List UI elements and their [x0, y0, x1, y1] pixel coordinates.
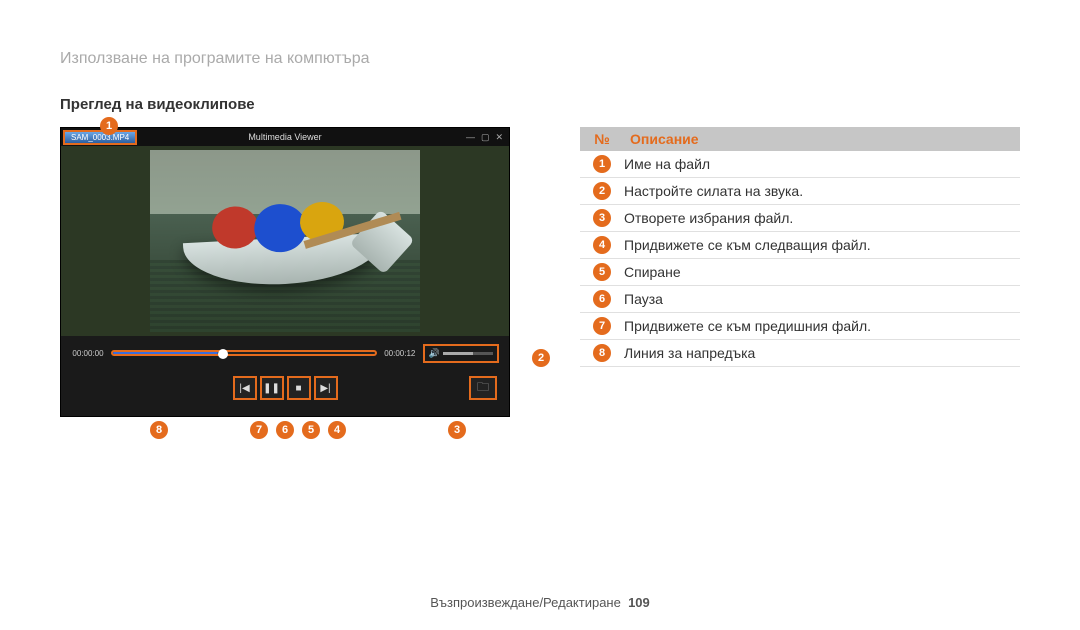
video-player-figure: 1 2 3 4 5 6 7 8 SAM_0003.MP4 Multimedia …: [60, 127, 510, 417]
table-header-row: № Описание: [580, 127, 1020, 151]
table-row: 5 Спиране: [580, 259, 1020, 286]
description-table: № Описание 1 Име на файл 2 Настройте сил…: [580, 127, 1020, 367]
callout-4: 4: [328, 421, 346, 439]
pause-button[interactable]: ❚❚: [260, 376, 284, 400]
callout-1: 1: [100, 117, 118, 135]
row-number-badge: 2: [593, 182, 611, 200]
open-file-button[interactable]: 🗀: [469, 376, 497, 400]
callout-3: 3: [448, 421, 466, 439]
page-footer: Възпроизвеждане/Редактиране 109: [0, 595, 1080, 610]
row-description: Линия за напредъка: [624, 345, 1020, 361]
row-number-badge: 8: [593, 344, 611, 362]
progress-bar[interactable]: [111, 350, 377, 356]
breadcrumb: Използване на програмите на компютъра: [60, 50, 1020, 68]
callout-8: 8: [150, 421, 168, 439]
table-row: 4 Придвижете се към следващия файл.: [580, 232, 1020, 259]
video-frame-illustration: [150, 150, 420, 332]
skip-prev-icon: |◀: [239, 383, 249, 394]
table-row: 8 Линия за напредъка: [580, 340, 1020, 367]
volume-slider[interactable]: 🔊: [423, 344, 499, 363]
video-viewport: [61, 146, 509, 336]
folder-icon: 🗀: [477, 378, 489, 399]
row-number-badge: 5: [593, 263, 611, 281]
row-number-badge: 1: [593, 155, 611, 173]
stop-icon: ■: [295, 383, 301, 394]
row-description: Отворете избрания файл.: [624, 210, 1020, 226]
row-description: Придвижете се към следващия файл.: [624, 237, 1020, 253]
volume-icon: 🔊: [429, 348, 440, 359]
callout-5: 5: [302, 421, 320, 439]
player-titlebar: SAM_0003.MP4 Multimedia Viewer — ▢ ✕: [61, 128, 509, 146]
close-icon[interactable]: ✕: [495, 132, 503, 143]
table-row: 6 Пауза: [580, 286, 1020, 313]
table-row: 7 Придвижете се към предишния файл.: [580, 313, 1020, 340]
row-number-badge: 4: [593, 236, 611, 254]
video-player-window: SAM_0003.MP4 Multimedia Viewer — ▢ ✕: [60, 127, 510, 417]
row-number-badge: 7: [593, 317, 611, 335]
table-header-number: №: [580, 127, 624, 151]
time-total: 00:00:12: [383, 349, 417, 358]
file-name-tab[interactable]: SAM_0003.MP4: [63, 130, 137, 145]
next-button[interactable]: ▶|: [314, 376, 338, 400]
row-description: Име на файл: [624, 156, 1020, 172]
row-description: Пауза: [624, 291, 1020, 307]
callout-7: 7: [250, 421, 268, 439]
row-number-badge: 3: [593, 209, 611, 227]
table-header-description: Описание: [624, 127, 1020, 151]
time-elapsed: 00:00:00: [71, 349, 105, 358]
row-description: Настройте силата на звука.: [624, 183, 1020, 199]
callout-6: 6: [276, 421, 294, 439]
table-row: 2 Настройте силата на звука.: [580, 178, 1020, 205]
player-window-title: Multimedia Viewer: [248, 132, 321, 142]
player-controls: |◀ ❚❚ ■ ▶|: [61, 376, 509, 400]
skip-next-icon: ▶|: [320, 383, 330, 394]
prev-button[interactable]: |◀: [233, 376, 257, 400]
table-row: 3 Отворете избрания файл.: [580, 205, 1020, 232]
row-description: Придвижете се към предишния файл.: [624, 318, 1020, 334]
minimize-icon[interactable]: —: [466, 132, 475, 143]
footer-section: Възпроизвеждане/Редактиране: [430, 595, 621, 610]
maximize-icon[interactable]: ▢: [481, 132, 490, 143]
row-description: Спиране: [624, 264, 1020, 280]
callout-2: 2: [532, 349, 550, 367]
stop-button[interactable]: ■: [287, 376, 311, 400]
section-title: Преглед на видеоклипове: [60, 96, 1020, 113]
table-row: 1 Име на файл: [580, 151, 1020, 178]
row-number-badge: 6: [593, 290, 611, 308]
pause-icon: ❚❚: [263, 383, 280, 394]
footer-page-number: 109: [628, 595, 650, 610]
progress-knob[interactable]: [218, 349, 228, 359]
